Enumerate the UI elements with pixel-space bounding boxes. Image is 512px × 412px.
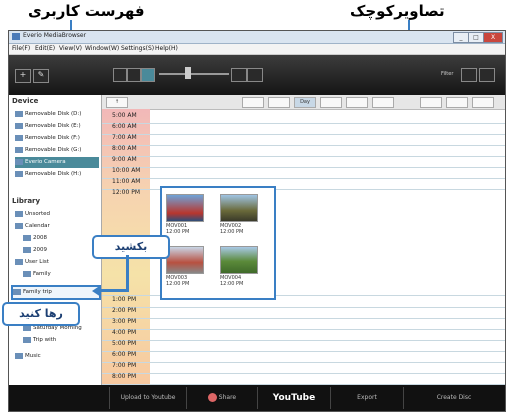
- library-item[interactable]: User List: [15, 257, 99, 268]
- library-item[interactable]: Trip with: [23, 335, 107, 346]
- disk-icon: [15, 110, 23, 117]
- tools-button[interactable]: ✎: [33, 69, 49, 83]
- youtube-button[interactable]: YouTube: [257, 387, 330, 409]
- nav-button[interactable]: [372, 97, 394, 108]
- list-icon: [23, 270, 31, 277]
- maximize-button[interactable]: □: [468, 32, 484, 43]
- time-row: 8:00 PM: [102, 373, 505, 385]
- thumbnail-caption: MOV001 12:00 PM: [166, 223, 190, 235]
- device-item[interactable]: Removable Disk (E:): [15, 121, 99, 132]
- thumbnail[interactable]: [220, 194, 258, 222]
- thumbnail-panel: MOV001 12:00 PM MOV002 12:00 PM MOV003 12:0…: [160, 186, 276, 300]
- disk-icon: [15, 122, 23, 129]
- library-item[interactable]: Unsorted: [15, 209, 99, 220]
- calendar-icon: [15, 222, 23, 229]
- camera-icon: [15, 158, 23, 165]
- thumbnail[interactable]: [166, 246, 204, 274]
- zoom-in-icon[interactable]: [231, 68, 247, 82]
- filter-label: Filter: [441, 71, 454, 77]
- thumbnail[interactable]: [166, 194, 204, 222]
- device-item[interactable]: Removable Disk (F:): [15, 133, 99, 144]
- menu-edit[interactable]: Edit(E): [35, 45, 55, 52]
- playlist-annotation: فهرست کاربری: [28, 2, 145, 20]
- family-trip-drop-target[interactable]: Family trip: [11, 285, 101, 300]
- zoom-out-icon[interactable]: [247, 68, 263, 82]
- bottom-bar: Upload to Youtube Share YouTube Export C…: [9, 385, 505, 411]
- zoom-slider[interactable]: [159, 73, 229, 75]
- list-icon: [13, 288, 21, 295]
- menu-file[interactable]: File(F): [12, 45, 30, 52]
- nav-button[interactable]: [268, 97, 290, 108]
- music-icon: [15, 352, 23, 359]
- filter-icon[interactable]: [461, 68, 477, 82]
- close-button[interactable]: X: [483, 32, 503, 43]
- menu-view[interactable]: View(V): [59, 45, 82, 52]
- library-item[interactable]: Calendar: [15, 221, 99, 232]
- zoom-slider-handle[interactable]: [185, 67, 191, 79]
- content-toolbar: ↑ Day: [102, 95, 505, 110]
- nav-button[interactable]: [320, 97, 342, 108]
- minimize-button[interactable]: _: [453, 32, 469, 43]
- device-item-selected[interactable]: Everio Camera: [15, 157, 99, 168]
- app-icon: [12, 33, 20, 40]
- library-header: Library: [12, 197, 41, 205]
- drag-callout: بکشید: [92, 235, 170, 259]
- thumbnail[interactable]: [220, 246, 258, 274]
- user-list-icon: [15, 258, 23, 265]
- upload-button[interactable]: Upload to Youtube: [109, 387, 186, 409]
- up-button[interactable]: ↑: [106, 97, 128, 108]
- calendar-view-icon[interactable]: [141, 68, 155, 82]
- list-view-icon[interactable]: [127, 68, 141, 82]
- calendar-icon: [23, 234, 31, 241]
- title-bar: Everio MediaBrowser _ □ X: [9, 31, 505, 44]
- nav-button[interactable]: [346, 97, 368, 108]
- disk-icon: [15, 146, 23, 153]
- nav-button[interactable]: [472, 97, 494, 108]
- library-item[interactable]: Music: [15, 351, 99, 362]
- nav-button[interactable]: [420, 97, 442, 108]
- toolbar: + ✎ Filter: [9, 55, 505, 95]
- share-button[interactable]: Share: [186, 387, 257, 409]
- disk-icon: [15, 134, 23, 141]
- window-title: Everio MediaBrowser: [23, 32, 87, 39]
- menu-window[interactable]: Window(W): [85, 45, 119, 52]
- thumbnails-annotation: تصاویرکوچک: [350, 2, 445, 20]
- sidebar: Device Removable Disk (D:) Removable Dis…: [9, 95, 102, 385]
- device-header: Device: [12, 97, 39, 105]
- youtube-logo: YouTube: [272, 393, 316, 403]
- share-icon: [207, 393, 217, 402]
- library-item[interactable]: Family: [23, 269, 107, 280]
- menu-help[interactable]: Help(H): [155, 45, 178, 52]
- thumbnail-caption: MOV003 12:00 PM: [166, 275, 190, 287]
- drop-callout: رها کنید: [2, 302, 80, 326]
- menu-settings[interactable]: Settings(S): [121, 45, 154, 52]
- device-item[interactable]: Removable Disk (D:): [15, 109, 99, 120]
- nav-button[interactable]: [446, 97, 468, 108]
- add-button[interactable]: +: [15, 69, 31, 83]
- export-button[interactable]: Export: [330, 387, 403, 409]
- menu-bar: File(F) Edit(E) View(V) Window(W) Settin…: [9, 44, 505, 55]
- edit-icon[interactable]: [479, 68, 495, 82]
- device-item[interactable]: Removable Disk (H:): [15, 169, 99, 180]
- list-icon: [23, 336, 31, 343]
- grid-view-icon[interactable]: [113, 68, 127, 82]
- drop-arrow-icon: [92, 285, 101, 297]
- disk-icon: [15, 170, 23, 177]
- device-item[interactable]: Removable Disk (G:): [15, 145, 99, 156]
- create-disc-button[interactable]: Create Disc: [403, 387, 504, 409]
- thumbnail-caption: MOV002 12:00 PM: [220, 223, 244, 235]
- calendar-icon: [23, 246, 31, 253]
- folder-icon: [15, 210, 23, 217]
- day-view-button[interactable]: Day: [294, 97, 316, 108]
- thumbnail-caption: MOV004 12:00 PM: [220, 275, 244, 287]
- nav-button[interactable]: [242, 97, 264, 108]
